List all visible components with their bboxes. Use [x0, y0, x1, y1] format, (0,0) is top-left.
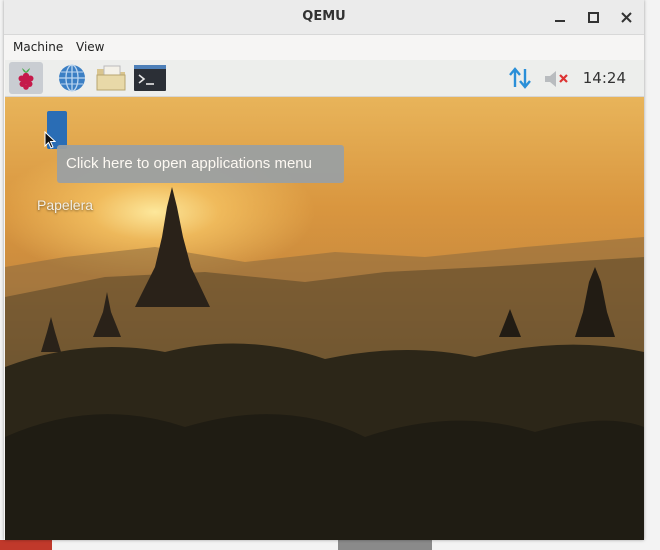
file-manager-icon [96, 65, 126, 91]
menu-bar: Machine View [4, 35, 644, 59]
close-icon [620, 11, 632, 23]
network-status[interactable] [508, 65, 532, 95]
volume-control[interactable] [543, 68, 571, 94]
raspberry-menu-icon [18, 68, 34, 90]
panel-clock[interactable]: 14:24 [583, 69, 626, 87]
network-arrows-icon [509, 67, 531, 89]
close-button[interactable] [617, 8, 635, 26]
web-browser-icon [59, 64, 85, 92]
desktop-wallpaper[interactable]: Papelera Click here to open applications… [5, 97, 644, 540]
maximize-button[interactable] [584, 8, 602, 26]
background-red-bar [0, 540, 52, 550]
guest-display[interactable]: 14:24 Papelera Click here to open applic… [5, 60, 644, 540]
terminal-icon [134, 65, 166, 91]
minimize-button[interactable] [551, 8, 569, 26]
background-scrollbar [338, 540, 432, 550]
file-manager-launcher[interactable] [94, 62, 128, 94]
menu-view[interactable]: View [76, 40, 104, 54]
maximize-icon [587, 11, 599, 23]
applications-menu-button[interactable] [9, 62, 43, 94]
taskbar-panel: 14:24 [5, 60, 644, 97]
trash-label[interactable]: Papelera [37, 197, 93, 213]
volume-muted-icon [545, 71, 568, 87]
menu-machine[interactable]: Machine [13, 40, 63, 54]
terminal-launcher[interactable] [133, 62, 167, 94]
applications-menu-tooltip: Click here to open applications menu [57, 145, 344, 183]
qemu-window[interactable]: QEMU Machine View 14:24 Papelera Click h… [4, 0, 644, 540]
minimize-icon [555, 20, 565, 22]
mouse-pointer-icon [44, 131, 56, 149]
window-title: QEMU [302, 9, 346, 24]
title-bar[interactable]: QEMU [4, 0, 644, 35]
web-browser-launcher[interactable] [55, 62, 89, 94]
